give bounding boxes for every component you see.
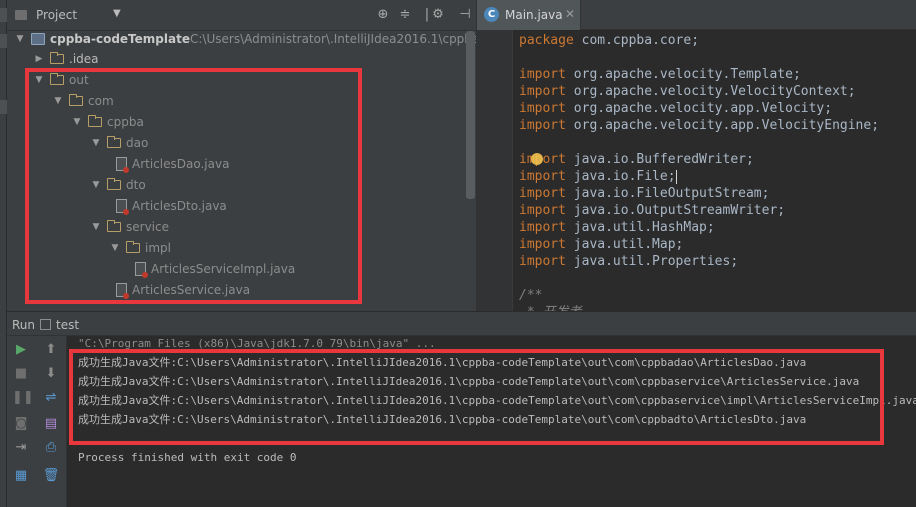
code-line: import org.apache.velocity.app.Velocity; — [519, 101, 833, 116]
code-line: import java.io.FileOutputStream; — [519, 186, 770, 201]
exit-icon[interactable]: ⇥ — [12, 439, 30, 457]
run-panel-title: Run — [12, 318, 36, 332]
code-line: import org.apache.velocity.VelocityConte… — [519, 84, 856, 99]
gear-icon[interactable]: ⚙ — [430, 7, 446, 23]
code-line: import java.util.Properties; — [519, 254, 739, 269]
folder-icon — [50, 52, 64, 64]
code-line: import org.apache.velocity.app.VelocityE… — [519, 118, 880, 133]
stop-icon[interactable]: ■ — [12, 365, 30, 383]
chevron-down-icon[interactable]: ▼ — [113, 8, 121, 19]
strip-tab-icon[interactable] — [0, 8, 7, 22]
expand-arrow-icon[interactable]: ▼ — [15, 29, 25, 49]
layout-icon[interactable]: ▦ — [12, 467, 30, 485]
camera-icon[interactable]: ◙ — [12, 415, 30, 433]
print-icon[interactable]: ⎙ — [42, 439, 60, 457]
tree-item-label: cppba-codeTemplate — [50, 32, 190, 46]
trash-icon[interactable]: 🗑 — [42, 467, 60, 485]
rerun-icon[interactable]: ▶ — [12, 341, 30, 359]
arrow-down-icon[interactable]: ⬇ — [42, 365, 60, 383]
editor-gutter — [477, 30, 513, 311]
collapse-icon[interactable]: ≑ — [397, 7, 413, 23]
text-caret — [675, 169, 677, 184]
code-line: import java.io.OutputStreamWriter; — [519, 203, 786, 218]
editor-tab-bar: C Main.java ✕ — [477, 0, 916, 30]
tab-main-java[interactable]: C Main.java ✕ — [477, 0, 581, 30]
pause-icon[interactable]: ❚❚ — [12, 389, 34, 407]
run-config-icon — [40, 319, 51, 330]
highlight-box-tree — [25, 68, 362, 304]
code-line: * 开发者 — [519, 304, 582, 311]
code-line: /** — [519, 288, 543, 303]
console-exit-message: Process finished with exit code 0 — [78, 451, 297, 464]
soft-wrap-icon[interactable]: ⇌ — [42, 389, 60, 407]
highlight-box-console — [69, 349, 884, 445]
run-toolbar: ▶ ⬆ ■ ⬇ ❚❚ ⇌ ◙ ▤ ⇥ ⎙ ▦ 🗑 — [7, 336, 67, 507]
module-icon — [31, 33, 45, 45]
tree-scrollbar[interactable] — [466, 31, 475, 199]
strip-tab-icon[interactable] — [0, 100, 7, 114]
code-editor: C Main.java ✕ package com.cppba.core; imp… — [476, 0, 916, 311]
arrow-up-icon[interactable]: ⬆ — [42, 341, 60, 359]
scroll-to-end-icon[interactable]: ▤ — [42, 415, 60, 433]
java-class-icon: C — [484, 7, 499, 22]
code-line: package com.cppba.core; — [519, 33, 700, 48]
run-config-tab[interactable]: test — [56, 318, 79, 332]
code-line: import org.apache.velocity.Template; — [519, 67, 801, 82]
tab-label: Main.java — [505, 8, 563, 22]
code-line: import java.io.BufferedWriter; — [519, 152, 754, 167]
left-tool-strip — [0, 0, 7, 507]
code-line: import java.util.HashMap; — [519, 220, 715, 235]
project-view-selector[interactable]: Project — [36, 8, 77, 22]
close-icon[interactable]: ✕ — [565, 7, 575, 21]
strip-tab-icon[interactable] — [0, 34, 7, 48]
tree-item-label: .idea — [69, 52, 99, 66]
collapse-arrow-icon[interactable]: ▶ — [34, 49, 44, 69]
code-line: import java.util.Map; — [519, 237, 684, 252]
lightbulb-icon[interactable] — [531, 153, 543, 165]
locate-icon[interactable]: ⊕ — [375, 7, 391, 23]
run-panel-header: Run test — [7, 311, 916, 336]
tree-folder-item[interactable]: ▼ cppba-codeTemplate C:\Users\Administrato… — [7, 29, 476, 49]
project-panel-header: Project ▼ ⊕ ≑ | ⚙ ⊣ — [7, 0, 476, 31]
hide-panel-icon[interactable]: ⊣ — [457, 7, 473, 23]
module-path: C:\Users\Administrator\.IntelliJIdea2016… — [190, 32, 476, 46]
tree-folder-item[interactable]: ▶ .idea — [7, 49, 467, 69]
project-icon — [15, 10, 27, 20]
code-line: import java.io.File; — [519, 169, 677, 184]
